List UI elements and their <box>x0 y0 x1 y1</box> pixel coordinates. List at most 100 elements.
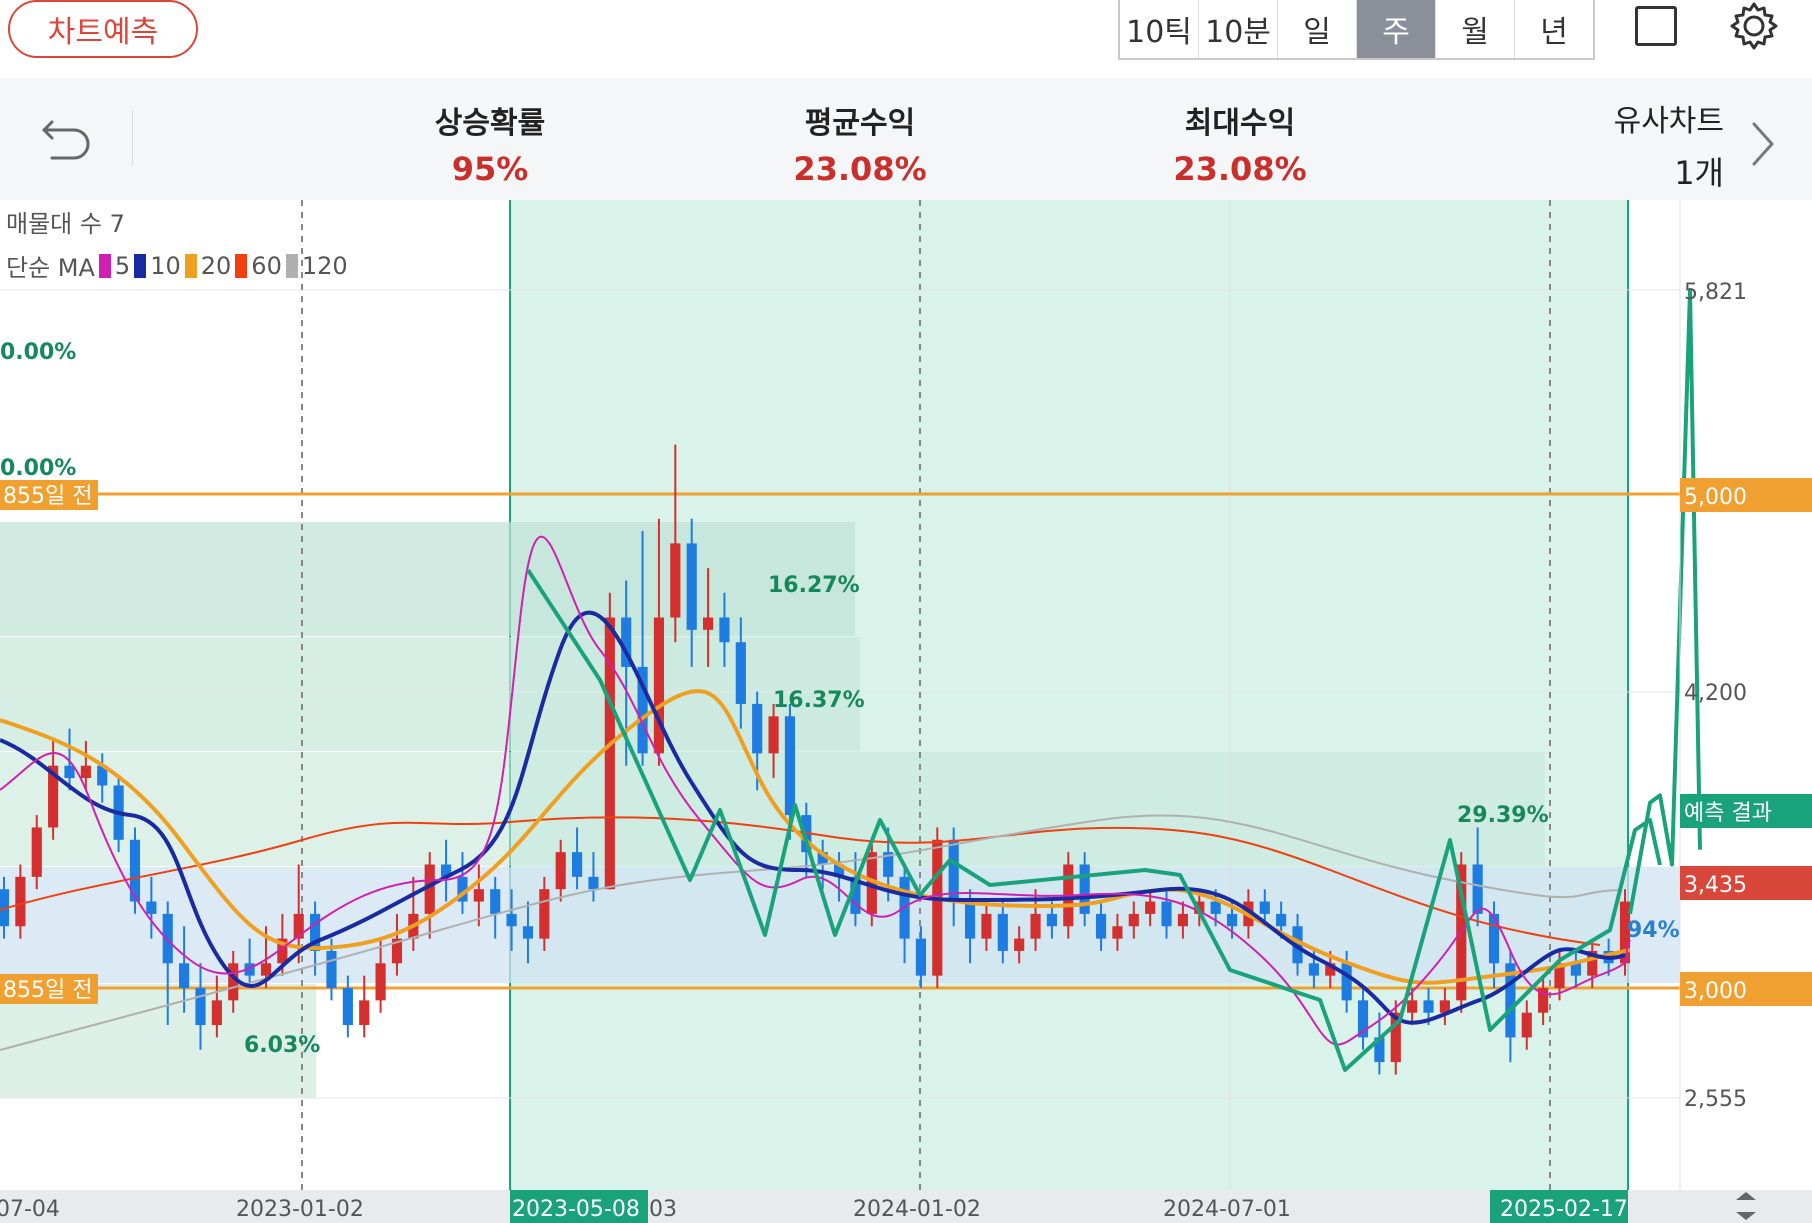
ma-60-period: 60 <box>251 251 282 280</box>
chart-predict-button[interactable]: 차트예측 <box>8 0 198 58</box>
last-pct-label: 94% <box>1627 918 1680 943</box>
period-year-button[interactable]: 년 <box>1515 0 1593 58</box>
candle-body <box>195 988 206 1026</box>
y-tick-label: 5,000 <box>1684 485 1747 510</box>
ma-5-swatch <box>98 253 111 278</box>
max-return-label: 최대수익 <box>1184 106 1296 141</box>
profile-pct-label: 6.03% <box>244 1033 320 1058</box>
period-10min-button[interactable]: 10분 <box>1199 0 1278 58</box>
prediction-stats-bar: 상승확률 95% 평균수익 23.08% 최대수익 23.08% 유사차트 1개 <box>0 78 1812 200</box>
candle-body <box>359 1000 370 1026</box>
candle-body <box>260 963 272 976</box>
candle-body <box>1014 938 1025 951</box>
candle-body <box>64 765 75 779</box>
volume-profile-bar <box>0 637 860 751</box>
candle-body <box>572 852 583 877</box>
candle-body <box>1521 1012 1532 1038</box>
candle-body <box>588 876 599 890</box>
candle-body <box>490 889 501 914</box>
profile-pct-label: 16.37% <box>773 688 865 713</box>
candle-body <box>981 913 992 939</box>
period-week-button[interactable]: 주 <box>1357 0 1436 58</box>
candle-body <box>506 913 517 927</box>
ma-120-swatch <box>285 253 298 278</box>
period-day-button[interactable]: 일 <box>1278 0 1357 58</box>
profile-pct-label: 0.00% <box>0 340 76 365</box>
ma-120-period: 120 <box>301 251 348 280</box>
candle-body <box>1472 864 1483 914</box>
y-tick-label: 5,821 <box>1684 280 1747 305</box>
top-bar: 차트예측 10틱 10분 일 주 월 년 <box>0 0 1812 76</box>
ma-20-period: 20 <box>200 251 232 280</box>
candle-body <box>686 543 697 630</box>
fullscreen-icon[interactable] <box>1635 6 1677 46</box>
candle-body <box>719 617 730 643</box>
candle-body <box>1308 963 1319 976</box>
level-tag-text: 855일 전 <box>3 484 92 509</box>
level-tag-text: 855일 전 <box>3 978 92 1003</box>
candle-body <box>784 716 796 816</box>
candle-body <box>539 889 550 939</box>
candle-body <box>964 901 976 939</box>
average-return: 평균수익 23.08% <box>770 98 950 188</box>
x-tick-label: 2024-01-02 <box>853 1197 981 1222</box>
candle-body <box>15 876 26 927</box>
ma-5-period: 5 <box>114 251 131 280</box>
ma-60-swatch <box>235 253 248 278</box>
volume-profile-legend: 매물대 수 7 <box>6 210 125 238</box>
candle-body <box>1161 901 1172 927</box>
candle-body <box>1210 901 1221 914</box>
similar-chart-count: 1개 <box>1674 154 1724 192</box>
profile-pct-label: 0.00% <box>0 456 76 481</box>
x-axis: 07-04 2023-01-02 2023-05-08 03 2024-01-0… <box>0 1190 1812 1223</box>
candle-body <box>162 913 173 964</box>
ma-20-swatch <box>184 253 197 278</box>
candle-body <box>915 938 927 976</box>
candle-body <box>179 963 190 988</box>
up-probability: 상승확률 95% <box>410 98 570 188</box>
candle-body <box>1488 913 1500 964</box>
candle-body <box>326 950 337 988</box>
ma-legend: 단순 MA 5 10 20 60 120 <box>6 248 348 283</box>
candle-body <box>31 827 42 877</box>
current-price-text: 3,435 <box>1684 873 1747 898</box>
x-tick-label: 03 <box>649 1197 677 1222</box>
y-tick-label: 2,555 <box>1684 1087 1747 1112</box>
profile-pct-label: 29.39% <box>1457 803 1549 828</box>
candle-body <box>670 543 681 618</box>
candle-body <box>768 716 779 754</box>
price-chart[interactable]: 0.00% 0.00% 16.27% 16.37% 29.39% 6.03% 9… <box>0 200 1812 1190</box>
candle-body <box>1276 913 1287 927</box>
y-tick-label: 4,200 <box>1684 681 1747 706</box>
average-return-value: 23.08% <box>793 150 927 188</box>
period-10tick-button[interactable]: 10틱 <box>1120 0 1199 58</box>
candle-body <box>653 617 665 754</box>
undo-icon[interactable] <box>38 108 94 164</box>
candle-body <box>1128 913 1139 927</box>
candle-body <box>473 889 484 902</box>
candle-body <box>555 852 566 890</box>
candle-body <box>948 839 959 902</box>
candle-body <box>1226 913 1238 927</box>
average-return-label: 평균수익 <box>804 106 916 141</box>
chevron-right-icon[interactable] <box>1748 114 1778 174</box>
ma-10-swatch <box>134 253 147 278</box>
candle-body <box>1145 901 1156 914</box>
candle-body <box>146 901 157 914</box>
similar-chart[interactable]: 유사차트 1개 <box>1590 96 1724 194</box>
candle-body <box>997 913 1008 951</box>
volume-profile-bar <box>0 752 1545 866</box>
candle-body <box>932 839 943 976</box>
candle-body <box>80 765 91 779</box>
period-month-button[interactable]: 월 <box>1436 0 1515 58</box>
candle-body <box>1341 963 1352 1001</box>
gear-icon[interactable] <box>1728 0 1780 52</box>
candle-body <box>1177 913 1188 927</box>
candle-body <box>1079 864 1090 914</box>
scroll-arrows-icon[interactable] <box>1736 1192 1756 1220</box>
candle-body <box>1407 1000 1418 1013</box>
candle-body <box>375 963 386 1001</box>
ma-10-period: 10 <box>150 251 181 280</box>
x-tick-label: 2023-05-08 <box>512 1197 640 1222</box>
candle-body <box>211 1000 222 1026</box>
